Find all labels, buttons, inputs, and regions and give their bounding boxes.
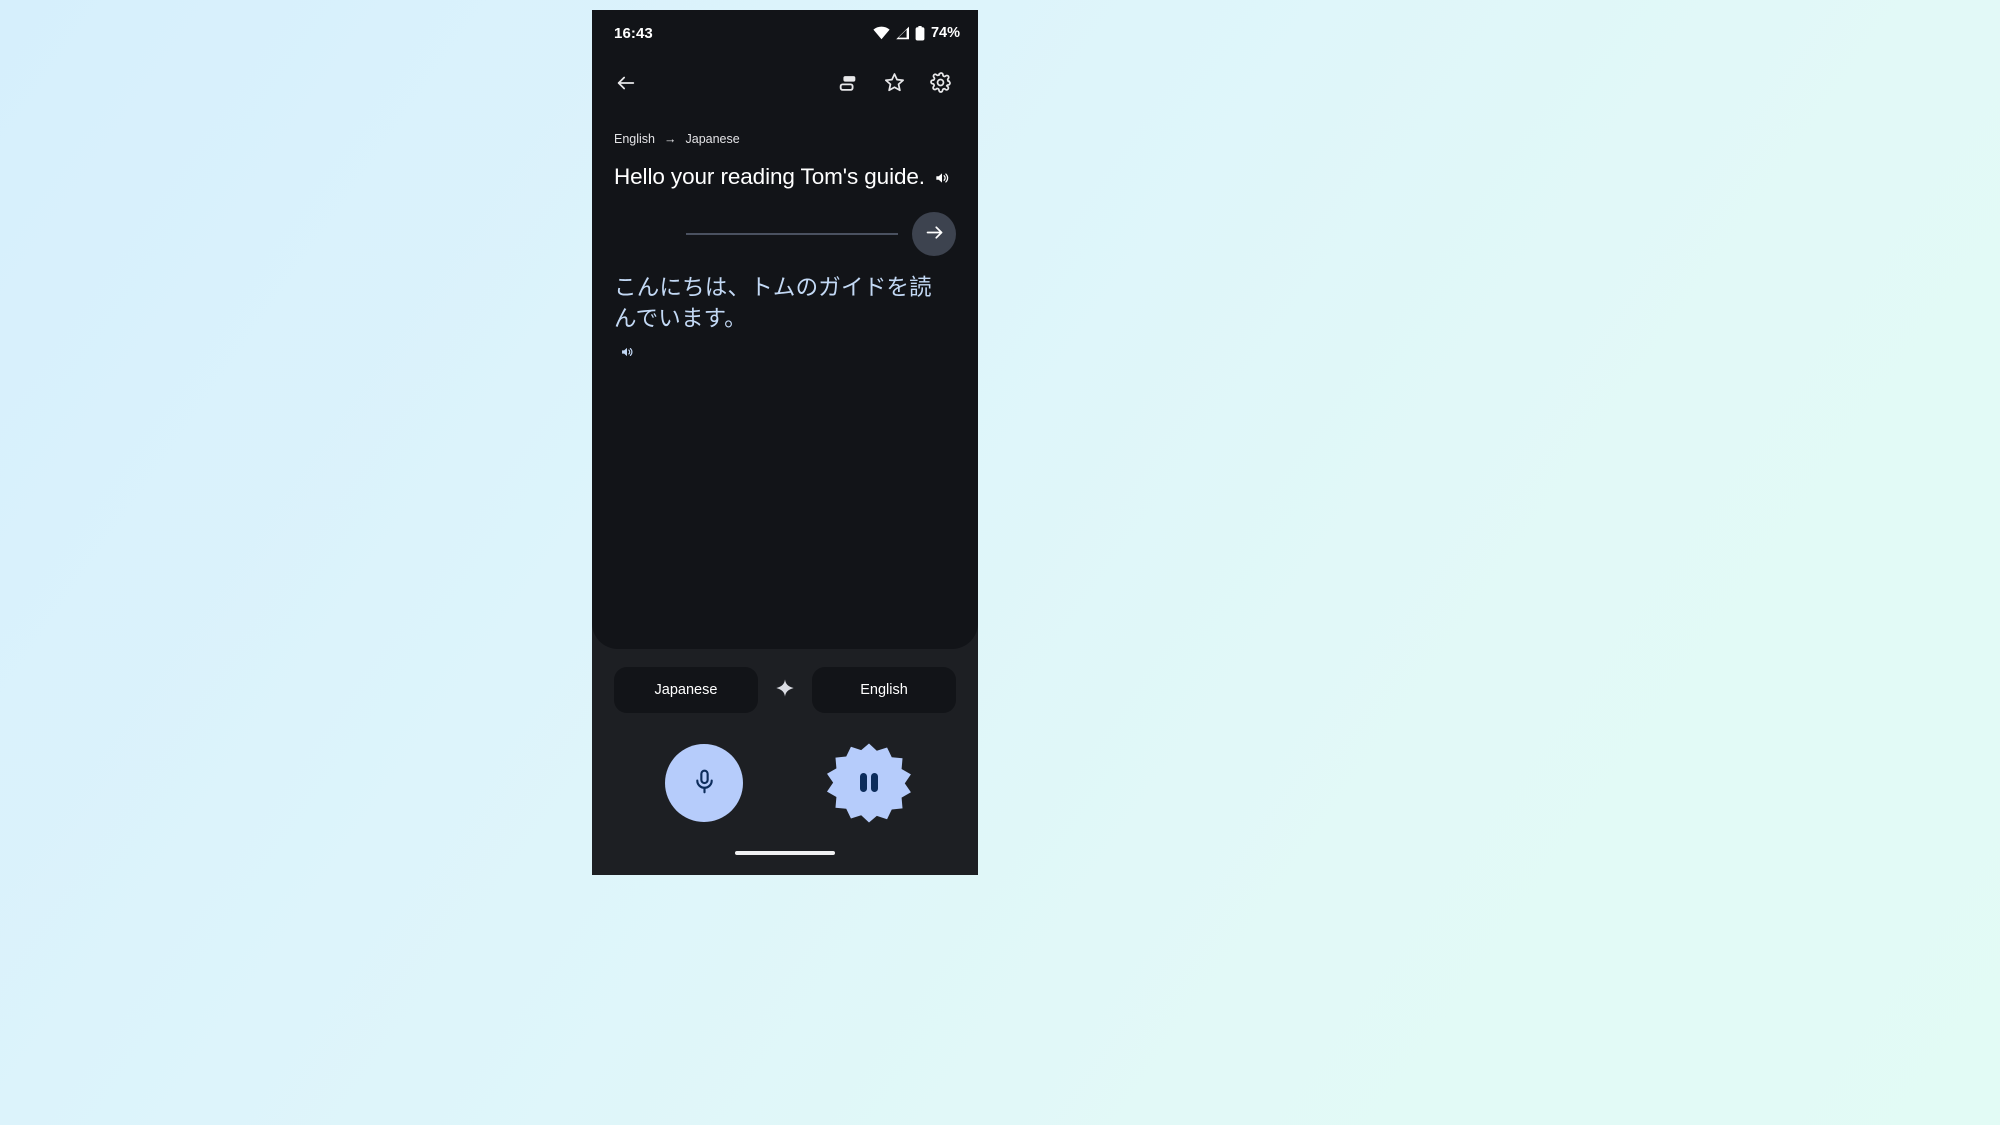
back-button[interactable] (606, 64, 646, 104)
wifi-icon (873, 26, 890, 40)
navigation-bar (592, 831, 978, 875)
phone-screen: 16:43 74% English → Japanese Hello your … (592, 10, 978, 875)
settings-button[interactable] (920, 64, 960, 104)
direction-arrow-icon: → (664, 132, 677, 146)
pause-button[interactable] (827, 741, 911, 825)
cellular-signal-icon (895, 26, 910, 40)
target-text: こんにちは、トムのガイドを読んでいます。 (614, 274, 932, 332)
target-text-row: こんにちは、トムのガイドを読んでいます。 (614, 273, 956, 364)
battery-icon (915, 25, 925, 41)
app-toolbar (592, 56, 978, 112)
language-pair-label: English → Japanese (614, 132, 956, 146)
action-button-row (592, 713, 978, 831)
gear-icon (929, 71, 952, 97)
language-chip-row: Japanese English (592, 649, 978, 713)
speaker-icon[interactable] (934, 170, 950, 191)
back-arrow-icon (615, 72, 637, 97)
bottom-panel: Japanese English (592, 649, 978, 875)
toolbar-actions (828, 64, 960, 104)
language-chip-japanese[interactable]: Japanese (614, 667, 758, 713)
status-bar: 16:43 74% (592, 10, 978, 56)
speaker-icon[interactable] (620, 345, 634, 364)
favorite-button[interactable] (874, 64, 914, 104)
microphone-icon (691, 768, 718, 798)
microphone-button[interactable] (665, 743, 743, 822)
language-chip-english[interactable]: English (812, 667, 956, 713)
pause-icon (859, 773, 879, 792)
transcribe-button[interactable] (828, 64, 868, 104)
submit-button[interactable] (912, 211, 956, 256)
divider-line (686, 233, 898, 235)
status-clock: 16:43 (614, 24, 653, 42)
translation-card: English → Japanese Hello your reading To… (592, 112, 978, 649)
target-language-label: Japanese (685, 132, 740, 146)
star-icon (883, 71, 906, 97)
home-indicator[interactable] (735, 850, 835, 856)
status-icon-group: 74% (873, 25, 960, 41)
sparkle-icon (775, 678, 795, 703)
source-language-label: English (614, 132, 655, 146)
transcribe-icon (837, 72, 859, 97)
battery-percent: 74% (930, 25, 960, 41)
arrow-right-icon (924, 222, 945, 246)
source-text-row: Hello your reading Tom's guide. (614, 163, 956, 192)
divider-row (614, 211, 956, 257)
source-text: Hello your reading Tom's guide. (614, 164, 925, 189)
